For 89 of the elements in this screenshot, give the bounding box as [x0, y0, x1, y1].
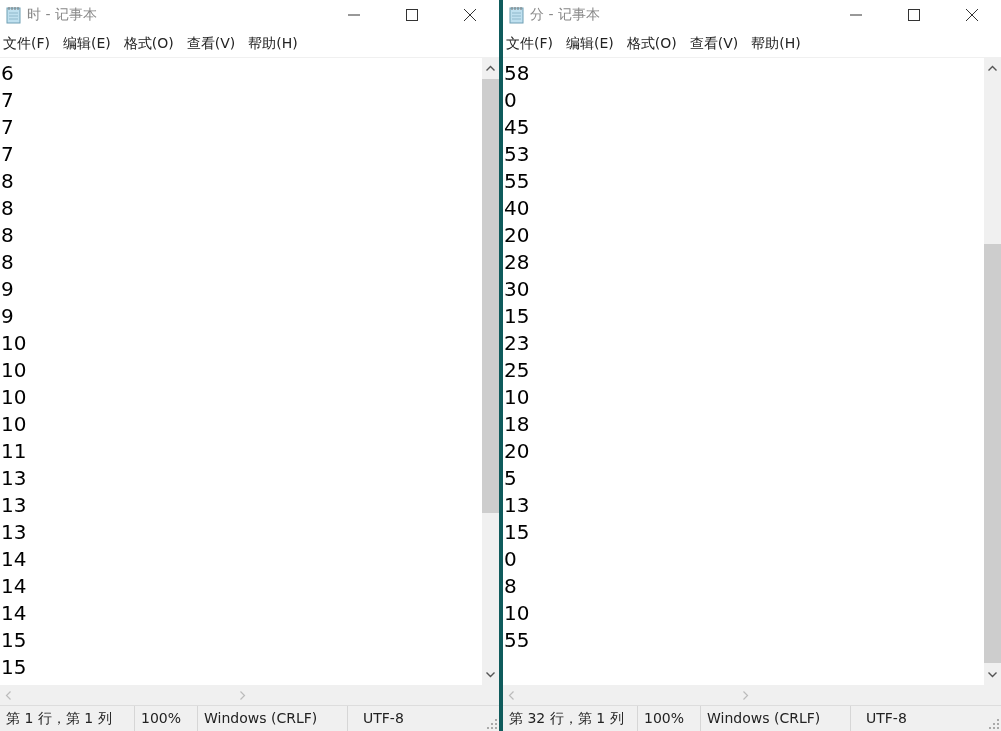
scroll-up-icon[interactable] [486, 65, 495, 71]
scroll-thumb[interactable] [984, 244, 1001, 663]
horizontal-scrollbar[interactable] [503, 685, 1001, 706]
text-line: 10 [503, 384, 531, 411]
text-line: 11 [0, 438, 28, 465]
notepad-icon [509, 6, 525, 24]
notepad-icon [6, 6, 22, 24]
scroll-right-icon[interactable] [742, 690, 749, 700]
cursor-position: 第 1 行，第 1 列 [0, 706, 135, 731]
text-line: 6 [0, 60, 15, 87]
text-line: 5 [503, 465, 518, 492]
window-title: 时 - 记事本 [27, 6, 98, 24]
scroll-right-icon[interactable] [240, 690, 246, 700]
menu-item[interactable]: 文件(F) [3, 34, 50, 53]
text-line: 13 [0, 519, 28, 546]
encoding: UTF-8 [865, 709, 908, 728]
scroll-left-icon[interactable] [5, 690, 11, 700]
text-line: 45 [503, 114, 531, 141]
text-line: 9 [0, 303, 15, 330]
text-line: 20 [503, 222, 531, 249]
scroll-left-icon[interactable] [508, 690, 514, 700]
text-line: 8 [0, 249, 15, 276]
text-line: 40 [503, 195, 531, 222]
maximize-icon[interactable] [908, 9, 920, 21]
text-line: 8 [0, 168, 15, 195]
text-line: 10 [0, 411, 28, 438]
resize-grip-icon[interactable] [989, 719, 999, 729]
text-line: 13 [0, 492, 28, 519]
text-line: 30 [503, 276, 531, 303]
cursor-position: 第 32 行，第 1 列 [503, 706, 638, 731]
text-line: 25 [503, 357, 531, 384]
text-line: 8 [503, 573, 518, 600]
text-editor[interactable]: 6 7 7 7 8 8 8 8 9 9 10 10 10 10 11 13 13 13 14 14 14 15 15 [0, 58, 482, 685]
menu-item[interactable]: 编辑(E) [566, 34, 614, 53]
line-ending: Windows (CRLF) [198, 706, 348, 731]
menu-item[interactable]: 查看(V) [186, 34, 236, 53]
scroll-thumb[interactable] [482, 79, 499, 513]
text-line: 0 [503, 87, 518, 114]
vertical-scrollbar[interactable] [984, 58, 1001, 685]
text-line: 10 [0, 357, 28, 384]
window-title: 分 - 记事本 [530, 6, 601, 24]
text-line: 58 [503, 60, 531, 87]
text-line: 9 [0, 276, 15, 303]
text-line: 18 [503, 411, 531, 438]
menu-item[interactable]: 编辑(E) [63, 34, 111, 53]
text-line: 0 [503, 546, 518, 573]
scroll-up-icon[interactable] [988, 65, 997, 71]
text-line: 55 [503, 168, 531, 195]
text-line: 14 [0, 573, 28, 600]
menu-item[interactable]: 查看(V) [689, 34, 739, 53]
text-line: 23 [503, 330, 531, 357]
menu-item[interactable]: 文件(F) [506, 34, 553, 53]
text-line: 8 [0, 195, 15, 222]
scroll-down-icon[interactable] [486, 672, 495, 678]
text-line: 10 [0, 330, 28, 357]
text-editor[interactable]: 58 0 45 53 55 40 20 28 30 15 23 25 10 18 20 5 13 15 0 8 10 55 [503, 58, 984, 685]
text-line: 15 [503, 303, 531, 330]
maximize-icon[interactable] [406, 9, 418, 21]
text-line: 10 [0, 384, 28, 411]
encoding: UTF-8 [362, 709, 405, 728]
text-line: 20 [503, 438, 531, 465]
menu-item[interactable]: 帮助(H) [248, 34, 298, 53]
line-ending: Windows (CRLF) [701, 706, 851, 731]
text-line: 14 [0, 600, 28, 627]
text-line: 55 [503, 627, 531, 654]
text-line: 15 [503, 519, 531, 546]
text-line: 53 [503, 141, 531, 168]
text-line: 13 [503, 492, 531, 519]
menu-item[interactable]: 格式(O) [123, 34, 174, 53]
text-line: 13 [0, 465, 28, 492]
scroll-down-icon[interactable] [988, 672, 997, 678]
menu-item[interactable]: 帮助(H) [751, 34, 801, 53]
text-line: 10 [503, 600, 531, 627]
close-icon[interactable] [966, 9, 978, 21]
text-line: 28 [503, 249, 531, 276]
text-line: 8 [0, 222, 15, 249]
text-line: 14 [0, 546, 28, 573]
horizontal-scrollbar[interactable] [0, 685, 499, 706]
text-line: 15 [0, 654, 28, 681]
text-line: 7 [0, 87, 15, 114]
text-line: 7 [0, 114, 15, 141]
close-icon[interactable] [464, 9, 476, 21]
resize-grip-icon[interactable] [487, 719, 497, 729]
text-line: 7 [0, 141, 15, 168]
vertical-scrollbar[interactable] [482, 58, 499, 685]
zoom-level: 100% [638, 706, 701, 731]
text-line: 15 [0, 627, 28, 654]
menu-item[interactable]: 格式(O) [626, 34, 677, 53]
zoom-level: 100% [135, 706, 198, 731]
